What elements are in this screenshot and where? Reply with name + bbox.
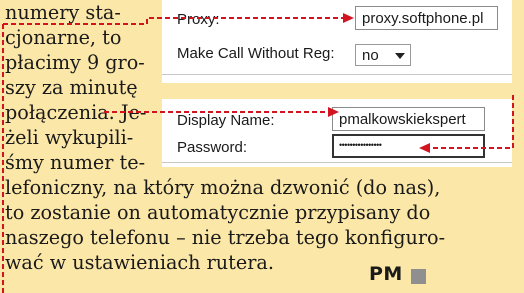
callout-arrows [2, 13, 514, 293]
arrow-to-password [430, 95, 514, 149]
arrow-head-proxy [343, 13, 354, 23]
arrow-to-proxy [2, 17, 343, 293]
arrow-head-display-name [328, 107, 339, 117]
arrow-head-password [419, 143, 430, 153]
